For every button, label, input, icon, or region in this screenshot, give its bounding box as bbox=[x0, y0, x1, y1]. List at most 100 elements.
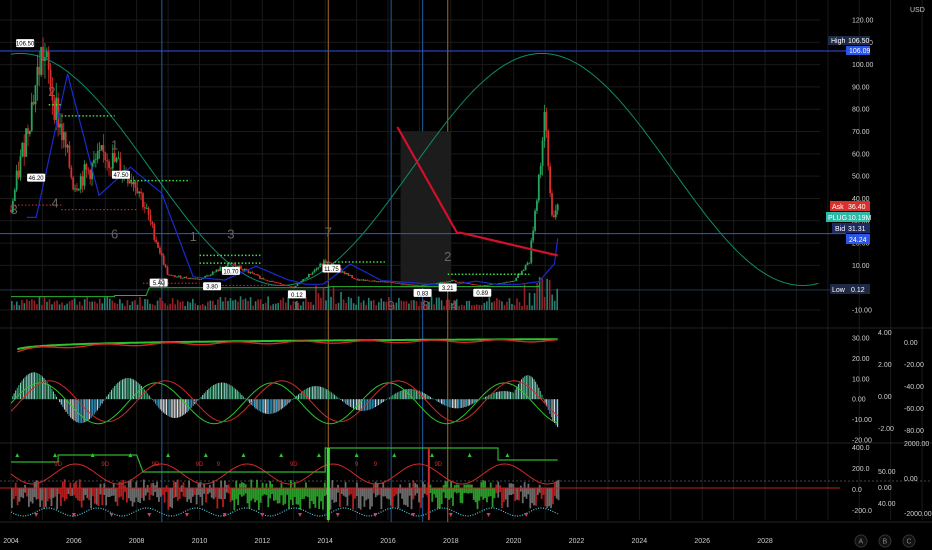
momentum-bar bbox=[361, 488, 364, 497]
momentum-bar bbox=[99, 483, 102, 495]
candle-body bbox=[19, 156, 22, 178]
momentum-bar bbox=[367, 488, 370, 499]
candle-body bbox=[281, 284, 284, 285]
volume-bar bbox=[501, 301, 503, 310]
price-annotation: 47.50 bbox=[113, 173, 129, 179]
volume-bar bbox=[337, 302, 340, 310]
volume-bar bbox=[129, 305, 131, 310]
candle-body bbox=[115, 158, 118, 162]
momentum-bar bbox=[320, 488, 322, 502]
candle-body bbox=[279, 282, 282, 285]
momentum-bar bbox=[158, 488, 160, 502]
momentum-bar bbox=[271, 483, 273, 495]
volume-bar bbox=[48, 299, 51, 310]
volume-bar bbox=[68, 301, 71, 310]
volume-bar bbox=[66, 303, 68, 310]
oscillator-tick-mid: 0.00 bbox=[878, 394, 892, 401]
candle-body bbox=[247, 270, 250, 273]
price-annotation: 3.80 bbox=[206, 285, 218, 291]
volume-bar bbox=[312, 304, 315, 310]
momentum-bar bbox=[431, 488, 434, 502]
momentum-bar bbox=[314, 488, 317, 508]
volume-bar bbox=[413, 300, 415, 310]
momentum-bar bbox=[446, 481, 449, 499]
candle-body bbox=[28, 130, 31, 134]
momentum-bar bbox=[112, 482, 115, 496]
candle-body bbox=[445, 281, 448, 283]
momentum-bar bbox=[137, 488, 140, 502]
momentum-bar bbox=[191, 488, 194, 497]
candle-body bbox=[134, 182, 137, 188]
momentum-bar bbox=[452, 488, 454, 506]
volume-bar bbox=[212, 300, 214, 310]
volume-bar bbox=[202, 304, 204, 310]
volume-bar bbox=[16, 301, 18, 310]
momentum-bar bbox=[274, 488, 277, 501]
oscillator-tick-left: -10.00 bbox=[852, 417, 872, 424]
candle-body bbox=[191, 277, 193, 279]
volume-bar bbox=[430, 296, 433, 310]
momentum-tick-mid: 40.00 bbox=[878, 501, 896, 508]
stock-chart[interactable]: 106.5046.20 47.505.403.8010.700.1211.750.… bbox=[0, 0, 932, 550]
price-annotation: 3.21 bbox=[442, 286, 454, 292]
time-axis-tick: 2020 bbox=[506, 538, 522, 545]
volume-bar bbox=[513, 304, 516, 310]
candle-body bbox=[520, 270, 523, 274]
volume-bar bbox=[46, 301, 48, 310]
volume-bar bbox=[438, 297, 440, 310]
volume-bar bbox=[33, 300, 36, 310]
momentum-bar bbox=[416, 484, 419, 494]
volume-bar bbox=[13, 304, 16, 310]
momentum-bar bbox=[65, 488, 68, 500]
momentum-bar bbox=[510, 483, 513, 496]
price-axis-tick: 50.00 bbox=[852, 174, 870, 181]
volume-bar bbox=[88, 301, 91, 310]
candle-body bbox=[132, 182, 135, 185]
volume-bar bbox=[380, 298, 383, 310]
candle-body bbox=[153, 224, 156, 240]
momentum-bar bbox=[48, 488, 51, 499]
momentum-bar bbox=[239, 483, 241, 495]
momentum-bar bbox=[389, 488, 392, 506]
volume-bar bbox=[151, 304, 154, 310]
wave-count: 3 bbox=[227, 227, 234, 242]
candle-body bbox=[81, 176, 84, 186]
candle-body bbox=[87, 169, 90, 171]
momentum-bar bbox=[288, 488, 290, 509]
candle-body bbox=[413, 284, 416, 286]
volume-bar bbox=[382, 301, 385, 310]
momentum-bar bbox=[214, 488, 217, 498]
candle-body bbox=[549, 166, 552, 194]
candle-body bbox=[356, 278, 359, 281]
momentum-bar bbox=[78, 479, 81, 502]
wave-count: 1 bbox=[111, 137, 118, 152]
candle-body bbox=[394, 282, 397, 284]
volume-bar bbox=[28, 301, 31, 310]
volume-bar bbox=[53, 301, 56, 310]
oscillator-tick-right: 0.00 bbox=[904, 340, 918, 347]
momentum-bar bbox=[141, 488, 143, 498]
volume-bar bbox=[478, 304, 481, 310]
momentum-tick-left: 0.0 bbox=[852, 487, 862, 494]
momentum-bar bbox=[369, 488, 371, 510]
momentum-bar bbox=[354, 488, 356, 499]
candle-body bbox=[353, 278, 355, 279]
momentum-bar bbox=[489, 482, 492, 497]
candle-body bbox=[100, 145, 103, 150]
candle-body bbox=[360, 279, 363, 281]
candle-body bbox=[290, 286, 293, 288]
candle-body bbox=[200, 278, 203, 280]
candle-body bbox=[379, 281, 382, 283]
candle-body bbox=[503, 282, 506, 284]
momentum-bar bbox=[29, 488, 32, 502]
volume-bar bbox=[531, 305, 533, 310]
candle-body bbox=[530, 240, 533, 263]
momentum-label: 9D bbox=[434, 462, 442, 468]
volume-bar bbox=[370, 300, 373, 310]
momentum-bar bbox=[131, 488, 134, 507]
momentum-bar bbox=[39, 488, 42, 508]
momentum-bar bbox=[399, 484, 402, 494]
candle-body bbox=[505, 281, 508, 283]
momentum-bar bbox=[176, 479, 179, 501]
candle-body bbox=[307, 273, 310, 278]
